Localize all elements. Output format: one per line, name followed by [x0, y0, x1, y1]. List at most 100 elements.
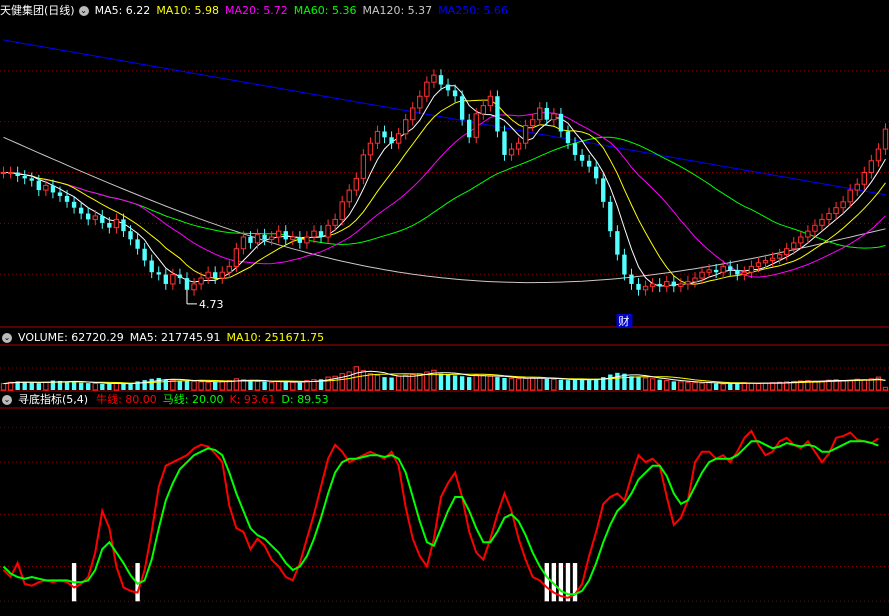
candle-body-down [382, 131, 387, 138]
volume-bar-up [403, 374, 409, 391]
ma250-line [3, 39, 886, 196]
volume-bar-up [755, 383, 762, 391]
volume-bar-down [558, 379, 564, 390]
volume-bar-down [142, 380, 147, 390]
candle-body-up [410, 107, 416, 121]
candle-body-down [36, 180, 41, 191]
volume-bar-down [615, 372, 620, 390]
candle-body-up [240, 236, 247, 250]
candle-body-down [184, 278, 190, 290]
candle-body-up [431, 74, 437, 83]
volume-bar-down [128, 383, 133, 390]
volume-bar-down [445, 374, 451, 390]
candle-body-down [283, 231, 288, 240]
chart-title: 天健集团(日线) [0, 4, 75, 17]
volume-bar-up [480, 374, 486, 391]
candle-body-down [544, 107, 549, 120]
candle-body-down [572, 143, 578, 155]
volume-bar-up [508, 377, 515, 391]
candle-body-down [459, 96, 465, 120]
indicator-legend-1: 马线: 20.00 [162, 393, 224, 406]
volume-bar-up [92, 383, 98, 391]
bottom-signal-bar [565, 563, 571, 602]
volume-bar-up [551, 378, 557, 391]
candle-body-down [262, 234, 267, 240]
volume-bar-up [678, 381, 684, 391]
volume-bar-up [205, 381, 211, 391]
candle-body-up [875, 148, 882, 162]
volume-bar-down [594, 378, 599, 390]
price-header: 天健集团(日线) ⌄ MA5: 6.22 MA10: 5.98 MA20: 5.72 MA… [0, 2, 520, 20]
low-price-label: 4.73 [199, 298, 224, 311]
candle-body-down [467, 119, 472, 138]
candle-body-up [826, 213, 832, 220]
settings-icon[interactable]: ⌄ [78, 6, 89, 16]
candle-body-down [615, 231, 620, 255]
volume-bar-down [565, 380, 571, 390]
candle-body-down [248, 237, 253, 243]
volume-bar-up [473, 374, 479, 391]
volume-bar-down [156, 377, 161, 390]
candle-body-up [833, 207, 839, 215]
volume-bar-up [748, 382, 755, 391]
volume-bar-up [649, 378, 656, 391]
candle-body-down [495, 96, 500, 132]
candle-body-down [636, 283, 641, 290]
volume-bar-up [395, 375, 402, 391]
candle-body-up [276, 230, 282, 238]
candle-body-down [121, 219, 126, 232]
indicator-settings-icon[interactable]: ⌄ [2, 395, 12, 405]
candle-body-down [149, 260, 154, 273]
candle-body-up [537, 107, 543, 121]
volume-settings-icon[interactable]: ⌄ [2, 333, 12, 343]
ma120-line [3, 136, 886, 284]
volume-bar-up [720, 383, 726, 391]
candle-body-up [861, 172, 867, 185]
volume-bar-up [374, 374, 381, 391]
candle-body-down [657, 283, 662, 287]
volume-header: ⌄ VOLUME: 62720.29 MA5: 217745.91 MA10: 251… [0, 329, 336, 347]
candle-body-up [741, 271, 748, 276]
ma-legend-1: MA10: 5.98 [156, 4, 220, 17]
candle-body-up [170, 274, 176, 285]
candle-body-down [78, 207, 84, 214]
candle-body-up [699, 271, 705, 279]
volume-bar-up [699, 382, 705, 391]
candle-body-up [798, 236, 804, 244]
ma-legend-3: MA60: 5.36 [293, 4, 357, 17]
candle-body-up [685, 281, 691, 285]
volume-bar-up [290, 381, 296, 391]
candle-body-down [318, 231, 324, 238]
volume-bar-down [713, 383, 719, 390]
candle-body-up [92, 215, 98, 220]
volume-bar-up [0, 383, 7, 391]
volume-bar-down [86, 383, 91, 390]
candle-body-up [367, 142, 374, 156]
candle-body-up [706, 269, 712, 273]
volume-bar-down [184, 380, 190, 390]
candle-body-up [515, 142, 522, 150]
candle-body-up [480, 105, 486, 115]
candle-body-down [107, 222, 112, 228]
candle-body-up [43, 184, 49, 191]
candle-body-down [128, 231, 133, 240]
volume-bar-down [467, 377, 472, 390]
candle-body-up [325, 224, 331, 238]
candle-body-down [601, 178, 606, 202]
volume-bar-down [459, 376, 465, 390]
volume-bar-down [586, 380, 592, 390]
volume-bar-down [29, 382, 34, 390]
candle-body-down [100, 215, 105, 223]
candle-body-down [135, 239, 140, 249]
volume-bar-up [367, 373, 374, 391]
volume-bar-down [502, 377, 507, 390]
candle-body-down [15, 172, 20, 177]
candle-body-down [142, 248, 147, 261]
volume-bar-up [882, 386, 889, 391]
candle-body-up [530, 119, 536, 127]
candle-body-up [473, 113, 479, 138]
candle-body-up [233, 248, 240, 267]
candle-body-up [268, 236, 275, 240]
volume-bar-down [608, 374, 613, 390]
volume-bar-up [861, 379, 867, 391]
